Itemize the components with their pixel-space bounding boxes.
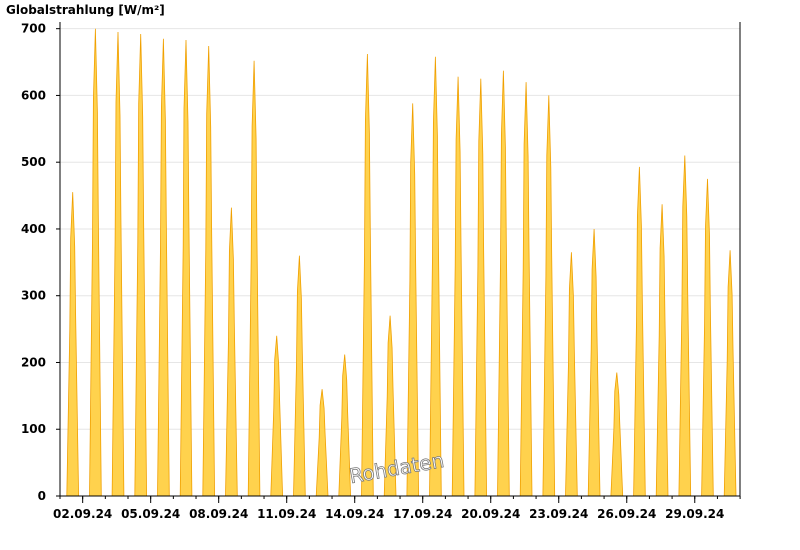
day-peak-26 (633, 166, 646, 497)
solar-radiation-chart: Globalstrahlung [W/m²] 0 100 200 300 400 500 6… (6, 3, 741, 521)
day-peak-27 (655, 204, 669, 497)
day-peak-21 (519, 82, 533, 497)
day-peak-12 (315, 389, 329, 497)
y-tick-label: 400 (21, 222, 46, 236)
day-peak-5 (157, 38, 170, 497)
y-tick-label: 700 (21, 22, 46, 36)
day-peak-9 (247, 60, 261, 497)
x-tick-label: 11.09.24 (257, 507, 316, 521)
day-peak-10 (270, 335, 284, 497)
day-peak-14 (361, 53, 374, 497)
day-peak-23 (565, 252, 578, 497)
y-tick-label: 200 (21, 355, 46, 369)
y-tick-labels: 0 100 200 300 400 500 600 700 (21, 22, 60, 503)
day-peak-30 (723, 250, 737, 497)
x-tick-label: 08.09.24 (189, 507, 248, 521)
x-tick-label: 26.09.24 (597, 507, 656, 521)
day-peak-25 (610, 372, 624, 497)
day-peak-8 (225, 207, 238, 497)
day-peak-29 (701, 178, 714, 497)
x-tick-label: 02.09.24 (53, 507, 112, 521)
day-peak-1 (66, 192, 80, 497)
day-peak-6 (179, 39, 193, 497)
x-tick-label: 17.09.24 (393, 507, 452, 521)
y-tick-label: 100 (21, 422, 46, 436)
x-tick-label: 20.09.24 (461, 507, 520, 521)
y-tick-label: 600 (21, 88, 46, 102)
day-peak-11 (293, 255, 306, 497)
day-peak-18 (451, 76, 465, 497)
day-peak-4 (134, 33, 148, 497)
day-peak-3 (111, 31, 125, 497)
x-tick-labels: 02.09.24 05.09.24 08.09.24 11.09.24 14.09.24… (53, 496, 741, 521)
day-peak-28 (678, 155, 692, 497)
day-peak-2 (89, 28, 102, 497)
y-tick-label: 0 (38, 489, 46, 503)
day-peak-20 (497, 70, 510, 497)
x-tick-label: 29.09.24 (665, 507, 724, 521)
day-peak-19 (474, 78, 488, 497)
y-tick-label: 300 (21, 289, 46, 303)
plot-area (66, 28, 737, 497)
x-tick-label: 23.09.24 (529, 507, 588, 521)
day-peak-7 (202, 45, 216, 497)
y-axis-label: Globalstrahlung [W/m²] (6, 3, 165, 17)
day-peak-17 (429, 56, 442, 497)
y-tick-label: 500 (21, 155, 46, 169)
x-tick-label: 14.09.24 (325, 507, 384, 521)
x-tick-label: 05.09.24 (121, 507, 180, 521)
